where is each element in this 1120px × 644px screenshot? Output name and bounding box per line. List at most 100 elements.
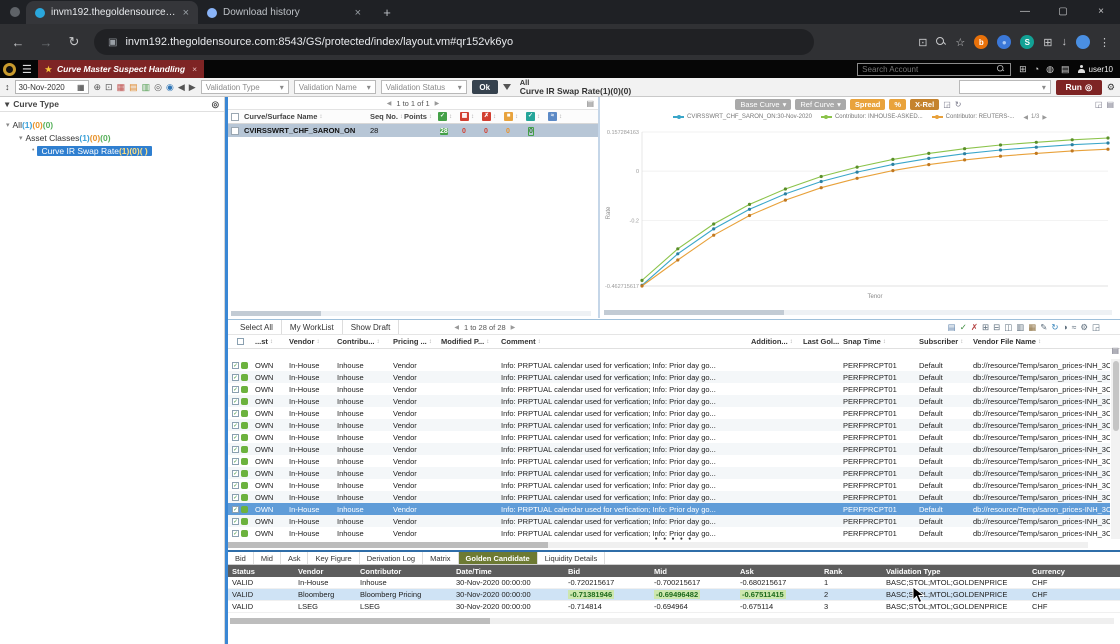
browser-tab[interactable]: Download history × [198, 1, 370, 24]
curve-panel-menu-icon[interactable]: ▤ [586, 99, 594, 108]
table-row[interactable]: ✓ OWN In-House Inhouse Vendor Info: PRPTUAL c… [228, 383, 1110, 395]
chart-hscrollbar[interactable] [604, 310, 1112, 315]
column-header[interactable]: Vendor [294, 567, 356, 576]
tree-item[interactable]: ▾ Asset Classes (1) (0) (0) [0, 131, 224, 144]
tree-caret-icon[interactable]: • [32, 147, 34, 154]
table-row[interactable]: ✓ OWN In-House Inhouse Vendor Info: PRPTUAL c… [228, 503, 1110, 515]
hamburger-menu-icon[interactable]: ☰ [22, 63, 32, 76]
apps-icon[interactable]: ▤ [1061, 64, 1070, 75]
sort-icon[interactable]: ↕ [449, 114, 452, 120]
settings-icon[interactable]: ⚙ [1080, 322, 1088, 333]
grid-hscrollbar[interactable] [228, 542, 1088, 548]
browser-tab[interactable]: invm192.thegoldensource.com × [26, 1, 198, 24]
extension-b-icon[interactable]: b [974, 35, 989, 49]
tab-close-icon[interactable]: × [355, 7, 361, 19]
row-checkbox-icon[interactable]: ✓ [232, 529, 239, 537]
curve-table-row[interactable]: CVIRSSWRT_CHF_SARON_ON 28 28 0 0 0 0 [228, 124, 598, 137]
column-header[interactable]: Subscriber ↕ [916, 337, 970, 346]
bottom-tab-liquidity-details[interactable]: Liquidity Details [538, 552, 606, 564]
table-row[interactable]: ✓ OWN In-House Inhouse Vendor Info: PRPTUAL c… [228, 407, 1110, 419]
status-column-header[interactable]: ■ ↕ [502, 112, 524, 121]
extension-s-icon[interactable]: S [1020, 35, 1035, 49]
run-target-select[interactable]: ▾ [958, 80, 1051, 94]
column-header[interactable]: Vendor ↕ [286, 337, 334, 346]
approve-icon[interactable]: ✓ [960, 322, 967, 333]
row-checkbox-icon[interactable]: ✓ [232, 433, 239, 441]
column-header[interactable]: Seq No. ↕ [368, 112, 402, 121]
preview-icon[interactable]: ⊡ [105, 82, 113, 93]
sort-icon[interactable]: ↕ [493, 114, 496, 120]
xrel-button[interactable]: X-Rel [910, 99, 940, 110]
grid-red-icon[interactable]: ▦ [117, 82, 126, 93]
bottom-tab-ask[interactable]: Ask [281, 552, 309, 564]
sort-icon[interactable]: ↕ [515, 114, 518, 120]
column-header[interactable]: Mid [650, 567, 736, 576]
chevron-down-icon[interactable]: ▾ [5, 99, 9, 110]
column-chooser-icon[interactable]: ▤ [1111, 346, 1119, 355]
tree-caret-icon[interactable]: ▾ [6, 121, 10, 129]
refresh-icon[interactable]: ↻ [1051, 322, 1058, 333]
toolbar-gear-icon[interactable]: ⚙ [1107, 82, 1115, 93]
search-account-input[interactable] [862, 64, 993, 74]
column-header[interactable]: Snap Time ↕ [840, 337, 916, 346]
column-header[interactable]: Validation Type [882, 567, 1028, 576]
table-row[interactable]: ✓ OWN In-House Inhouse Vendor Info: PRPTUAL c… [228, 467, 1110, 479]
add-row-icon[interactable]: ⊞ [982, 322, 989, 333]
notifications-bell-icon[interactable]: ◍ [1046, 64, 1054, 75]
edit-icon[interactable]: ✎ [1040, 322, 1047, 333]
grid-tab-my-worklist[interactable]: My WorkList [282, 320, 343, 334]
column-header[interactable]: Bid [564, 567, 650, 576]
dot-blue-icon[interactable]: ◉ [166, 82, 174, 93]
table-row[interactable]: ✓ OWN In-House Inhouse Vendor Info: PRPTUAL c… [228, 431, 1110, 443]
table-row[interactable]: VALID Bloomberg Bloomberg Pricing 30-Nov-20… [228, 589, 1120, 601]
downloads-icon[interactable]: ↓ [1062, 36, 1068, 48]
sort-icon[interactable]: ↕ [486, 339, 489, 345]
reload-icon[interactable]: ↻ [66, 34, 82, 50]
table-row[interactable]: ✓ OWN In-House Inhouse Vendor Info: PRPTUAL c… [228, 371, 1110, 383]
status-column-header[interactable]: ✓ ↕ [524, 112, 546, 121]
chart-menu-icon[interactable]: ▤ [1106, 100, 1114, 109]
row-checkbox-icon[interactable]: ✓ [232, 385, 239, 393]
row-checkbox-icon[interactable]: ✓ [232, 457, 239, 465]
layers-green-icon[interactable]: ▥ [142, 82, 151, 93]
row-checkbox-icon[interactable]: ✓ [232, 409, 239, 417]
remove-row-icon[interactable]: ⊟ [993, 322, 1000, 333]
scrollbar-thumb[interactable] [228, 542, 548, 548]
table-row[interactable]: ✓ OWN In-House Inhouse Vendor Info: PRPTUAL c… [228, 515, 1110, 527]
sort-icon[interactable]: ↕ [538, 339, 541, 345]
url-bar[interactable]: ▣ invm192.thegoldensource.com:8543/GS/pr… [94, 29, 814, 55]
clock-icon[interactable]: ◔ [1034, 64, 1039, 75]
prev-page-icon[interactable]: ◀ [454, 324, 459, 331]
back-nav-icon[interactable]: ◀ [178, 82, 185, 93]
prev-series-icon[interactable]: ◀ [1023, 114, 1028, 121]
history-icon[interactable]: ◑ [1063, 322, 1068, 332]
row-checkbox-icon[interactable]: ✓ [232, 397, 239, 405]
sort-icon[interactable]: ↕ [559, 114, 562, 120]
maximize-chart-icon[interactable]: ◲ [1095, 100, 1103, 109]
tree-item[interactable]: ▾ All (1) (0) (0) [0, 118, 224, 131]
filter-funnel-icon[interactable] [502, 84, 511, 90]
scrollbar-thumb[interactable] [231, 311, 321, 316]
column-header[interactable]: Vendor File Name ↕ [970, 337, 1110, 346]
user-menu[interactable]: user10 [1078, 65, 1113, 74]
select-all-checkbox[interactable] [236, 338, 244, 345]
maximize-grid-icon[interactable]: ◲ [1092, 322, 1100, 333]
grid-tab-select-all[interactable]: Select All [232, 320, 282, 334]
grid-tab-show-draft[interactable]: Show Draft [343, 320, 400, 334]
table-row[interactable]: ✓ OWN In-House Inhouse Vendor Info: PRPTUAL c… [228, 395, 1110, 407]
row-checkbox-icon[interactable]: ✓ [232, 421, 239, 429]
validation-name-select[interactable]: Validation Name ▾ [293, 80, 376, 94]
status-column-header[interactable]: ✓ ↕ [436, 112, 458, 121]
forward-nav-icon[interactable]: ▶ [189, 82, 196, 93]
sort-icon[interactable]: ↕ [1038, 339, 1041, 345]
maximize-button[interactable]: ▢ [1044, 0, 1082, 24]
refresh-chart-icon[interactable]: ↻ [955, 100, 962, 109]
app-tab-close-icon[interactable]: × [192, 64, 197, 74]
browser-menu-icon[interactable]: ⋮ [1099, 36, 1110, 49]
status-column-header[interactable]: ✗ ↕ [480, 112, 502, 121]
legend-entry[interactable]: CVIRSSWRT_CHF_SARON_ON:30-Nov-2020 [673, 114, 812, 120]
sort-icon[interactable]: ↕ [429, 114, 432, 120]
sort-icon[interactable]: ↕ [319, 114, 322, 120]
sort-icon[interactable]: ↕ [471, 114, 474, 120]
scrollbar-thumb[interactable] [230, 618, 490, 624]
